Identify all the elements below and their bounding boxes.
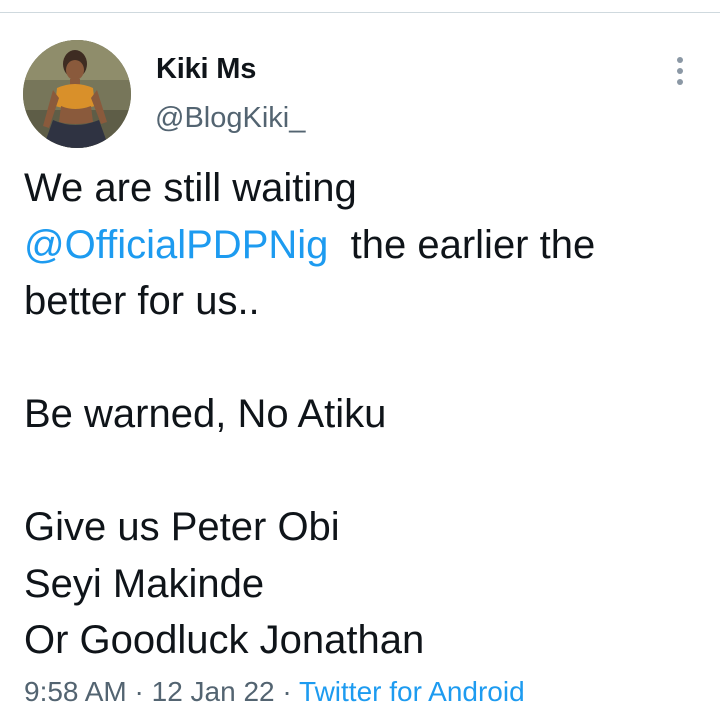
tweet-date[interactable]: 12 Jan 22 xyxy=(152,676,275,707)
author-handle[interactable]: @BlogKiki_ xyxy=(155,102,305,135)
more-options-button[interactable] xyxy=(664,54,696,88)
tweet-source-link[interactable]: Twitter for Android xyxy=(299,676,525,707)
tweet-line: better for us.. xyxy=(24,279,260,323)
tweet-line: Or Goodluck Jonathan xyxy=(24,618,425,662)
tweet-line: Give us Peter Obi xyxy=(24,505,340,549)
author-display-name[interactable]: Kiki Ms xyxy=(156,53,256,86)
more-vertical-icon xyxy=(677,79,683,85)
tweet-line: Be warned, No Atiku xyxy=(24,392,387,436)
more-vertical-icon xyxy=(677,68,683,74)
avatar[interactable] xyxy=(23,40,131,148)
mention-link[interactable]: @OfficialPDPNig xyxy=(24,223,328,267)
tweet-metadata: 9:58 AM · 12 Jan 22 · Twitter for Androi… xyxy=(24,676,525,708)
avatar-image xyxy=(23,40,131,148)
more-vertical-icon xyxy=(677,57,683,63)
tweet-line: Seyi Makinde xyxy=(24,561,265,606)
tweet-text: We are still waiting @OfficialPDPNig the… xyxy=(24,160,700,669)
meta-separator: · xyxy=(274,676,300,707)
tweet-text-segment: the earlier the xyxy=(328,222,596,267)
top-divider xyxy=(0,12,720,13)
tweet-line: We are still waiting xyxy=(24,166,357,210)
tweet-line: @OfficialPDPNig the earlier the xyxy=(24,217,700,274)
tweet-time[interactable]: 9:58 AM xyxy=(24,676,127,707)
meta-separator: · xyxy=(126,676,152,707)
